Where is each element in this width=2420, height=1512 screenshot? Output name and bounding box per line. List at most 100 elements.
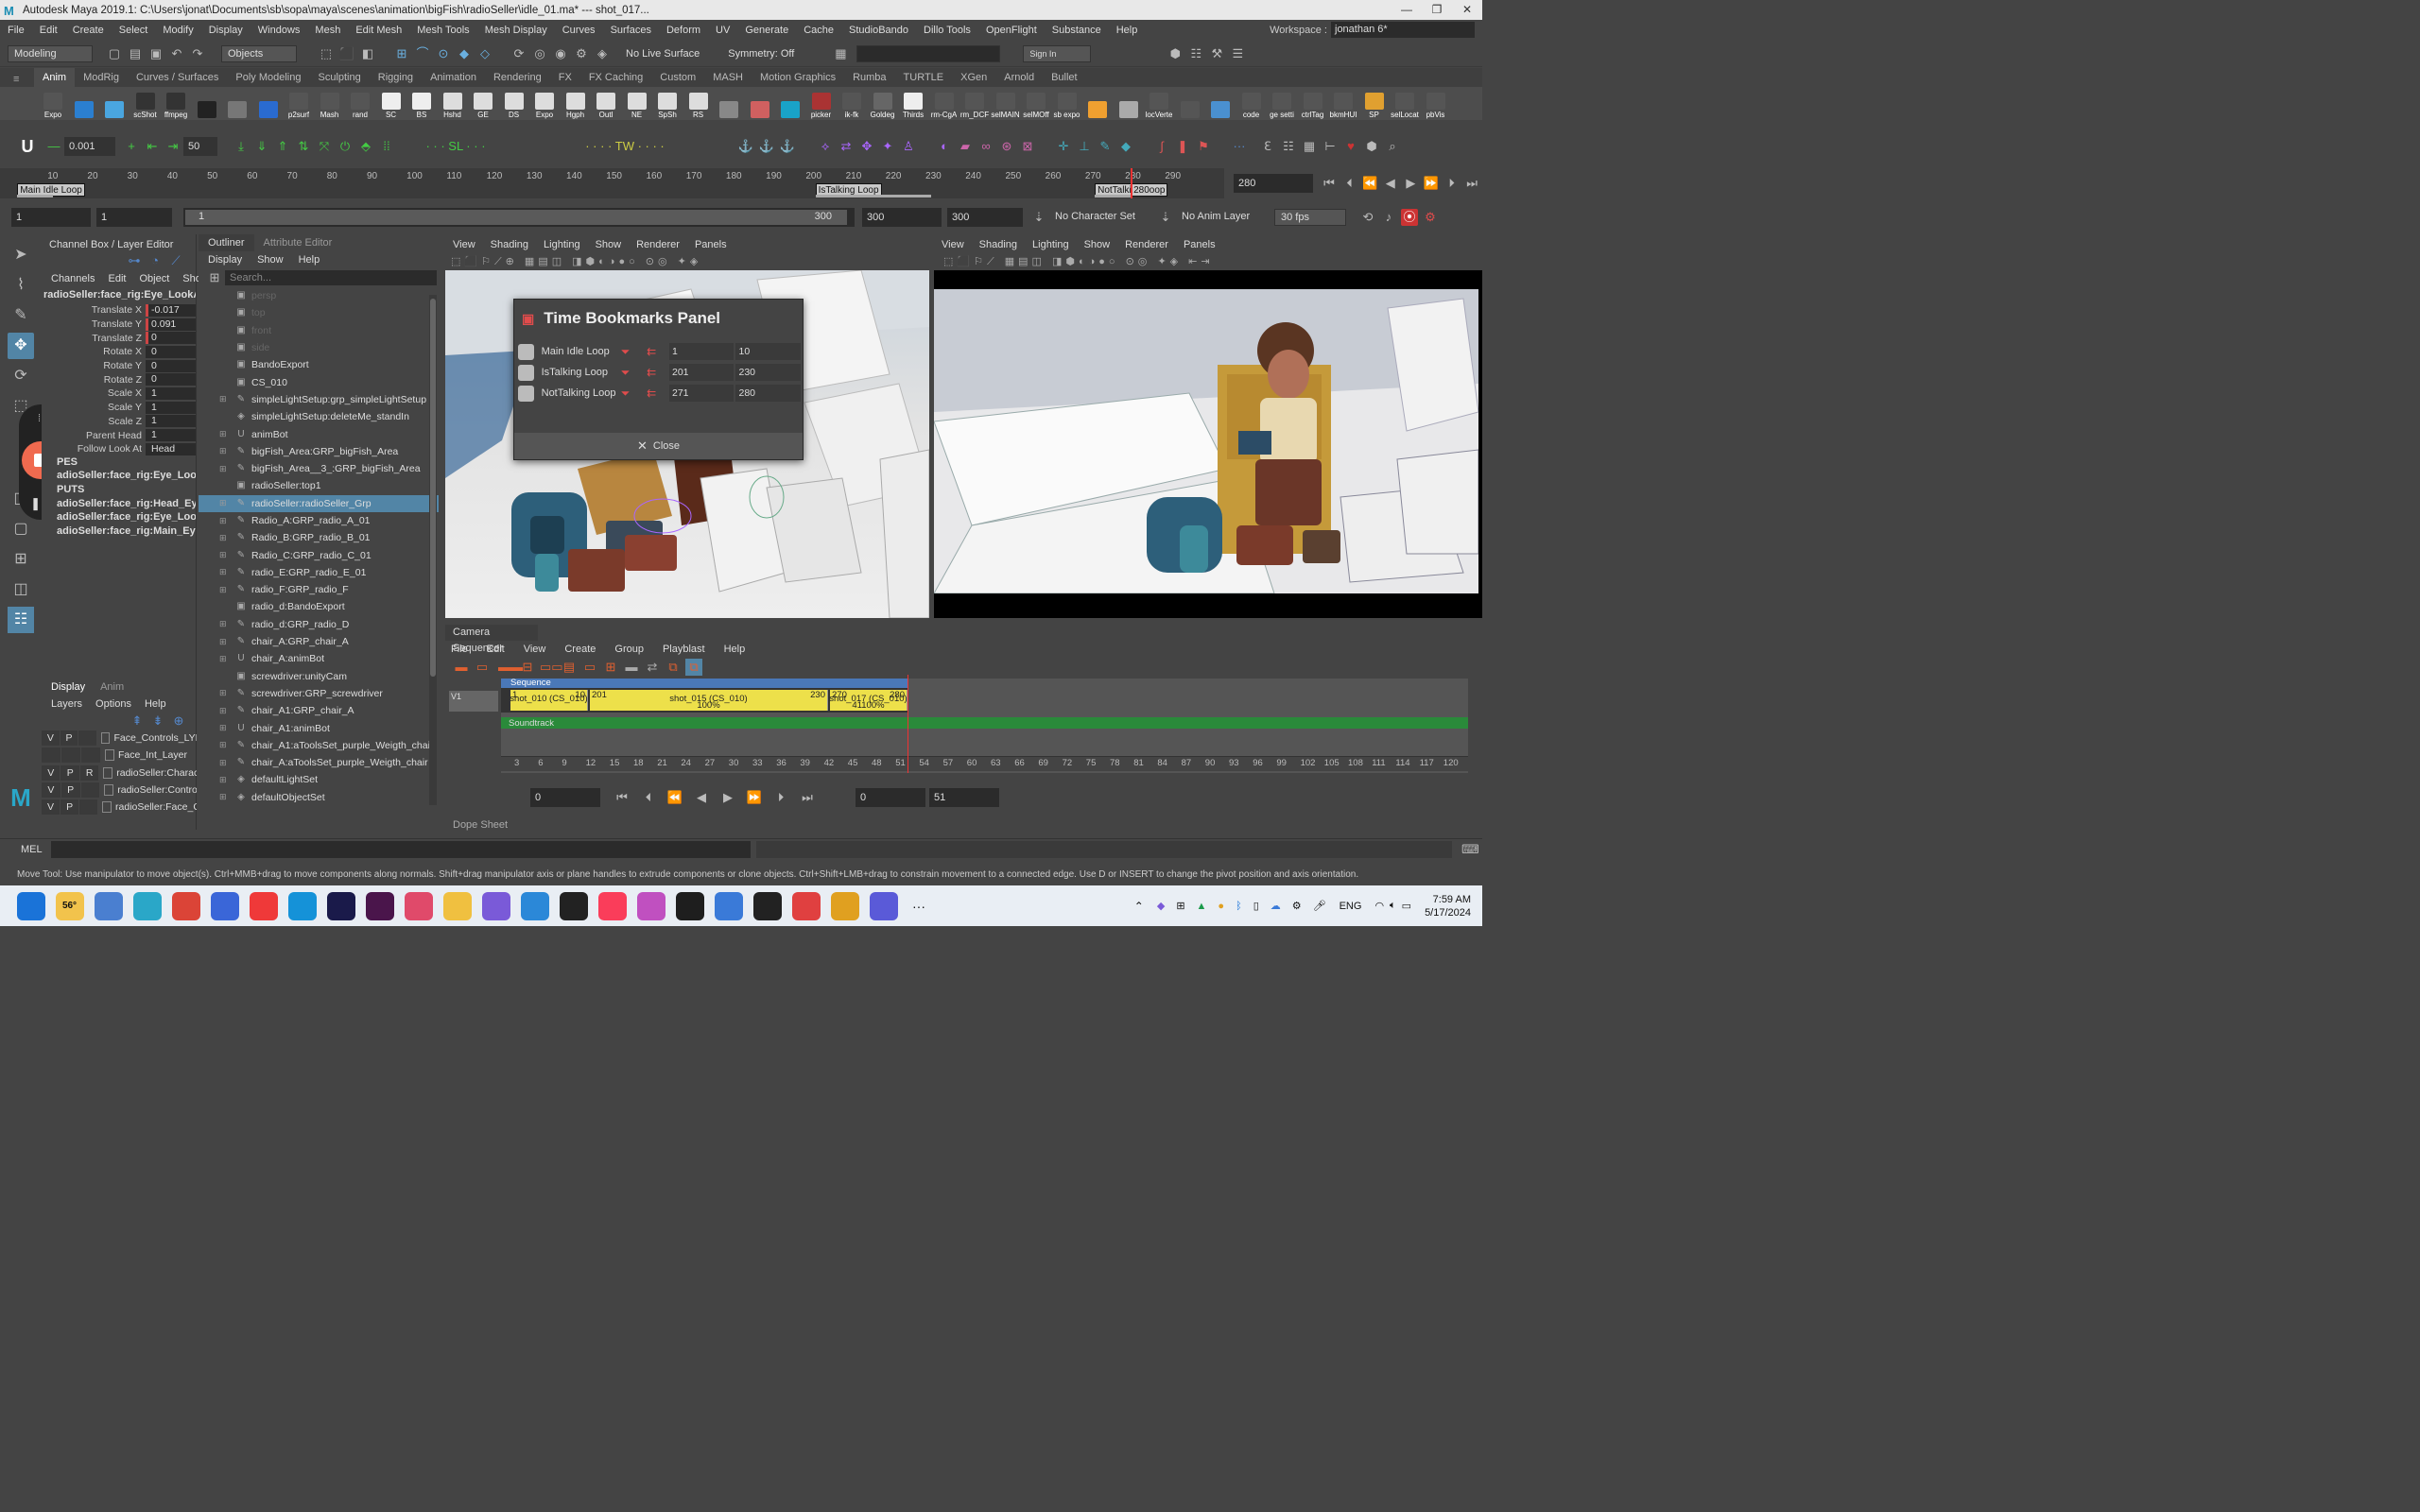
magnifier-icon[interactable]: ⌕ bbox=[1384, 138, 1401, 155]
seq-tool-10-icon[interactable]: ⇄ bbox=[644, 659, 661, 676]
lasso-tool-icon[interactable]: ⌇ bbox=[8, 272, 34, 299]
shelf-tab-anim[interactable]: Anim bbox=[34, 68, 76, 87]
bookmark-checkbox[interactable] bbox=[518, 385, 534, 402]
layout-single-icon[interactable]: ▢ bbox=[8, 516, 34, 542]
outliner-item[interactable]: ▣ CS_010 bbox=[199, 373, 439, 390]
diamond-icon[interactable]: ◆ bbox=[1117, 138, 1134, 155]
shelf-tab-animation[interactable]: Animation bbox=[422, 68, 485, 87]
quick-select-field[interactable] bbox=[856, 44, 1001, 62]
taskbar-search-app-icon[interactable] bbox=[830, 891, 859, 920]
bookmark-name[interactable]: IsTalking Loop bbox=[542, 367, 617, 378]
shelf-tab-curves-surfaces[interactable]: Curves / Surfaces bbox=[128, 68, 227, 87]
tool-settings-icon[interactable]: ⟋ bbox=[167, 252, 184, 269]
channel-value[interactable]: -0.017 bbox=[146, 303, 196, 317]
menu-surfaces[interactable]: Surfaces bbox=[603, 25, 659, 36]
taskbar-more-icon[interactable]: ··· bbox=[912, 899, 925, 914]
render-settings-icon[interactable]: ⚙ bbox=[573, 45, 590, 62]
viewport-menu-lighting[interactable]: Lighting bbox=[1025, 239, 1077, 250]
playback-end-field[interactable]: 300 bbox=[862, 208, 942, 227]
shelf-tab-arnold[interactable]: Arnold bbox=[995, 68, 1043, 87]
maximize-button[interactable]: ❐ bbox=[1422, 0, 1452, 20]
key-up-icon[interactable]: ⇑ bbox=[274, 138, 291, 155]
shelf-button-tool-35[interactable] bbox=[1114, 88, 1144, 119]
outliner-tab-outliner[interactable]: Outliner bbox=[199, 234, 254, 251]
dots-yellow-icon[interactable]: · · · · TW · · · · bbox=[544, 138, 705, 155]
layout-two-icon[interactable]: ◫ bbox=[8, 576, 34, 603]
sequencer-menu-playblast[interactable]: Playblast bbox=[663, 644, 705, 655]
outliner-scrollbar[interactable] bbox=[429, 295, 437, 805]
expand-icon[interactable]: ⊞ bbox=[219, 792, 231, 802]
shelf-button-selmain[interactable]: selMAIN bbox=[991, 88, 1021, 119]
bookmark-icon[interactable]: ❚ bbox=[1174, 138, 1191, 155]
bookmark-end-field[interactable]: 280 bbox=[735, 385, 801, 402]
bookmark-end-field[interactable]: 10 bbox=[735, 343, 801, 360]
outliner-item[interactable]: ⊞ ✎ Radio_C:GRP_radio_C_01 bbox=[199, 546, 439, 563]
step-back-key-icon[interactable]: ⏴ bbox=[1341, 175, 1358, 192]
outliner-menu-display[interactable]: Display bbox=[208, 254, 242, 266]
expand-icon[interactable]: ⊞ bbox=[219, 688, 231, 698]
time-bookmark-280oop[interactable]: 280oop bbox=[1131, 183, 1168, 197]
taskbar-onenote-icon[interactable] bbox=[520, 891, 549, 920]
channel-menu-channels[interactable]: Channels bbox=[51, 273, 95, 284]
expand-icon[interactable]: ⊞ bbox=[219, 429, 231, 439]
expand-icon[interactable]: ⊞ bbox=[219, 585, 231, 595]
menu-display[interactable]: Display bbox=[201, 25, 251, 36]
new-scene-icon[interactable]: ▢ bbox=[106, 45, 123, 62]
channel-box-icon[interactable]: ⊶ bbox=[126, 252, 143, 269]
channel-rotate-x[interactable]: Rotate X 0 bbox=[42, 345, 196, 359]
tray-app-5-icon[interactable]: ☁ bbox=[1270, 900, 1281, 912]
viewport-menu-renderer[interactable]: Renderer bbox=[1117, 239, 1176, 250]
layer-toggle-p[interactable]: P bbox=[60, 782, 80, 799]
select-tool-icon[interactable]: ➤ bbox=[8, 242, 34, 268]
seq-tool-4-icon[interactable]: ⊟ bbox=[519, 659, 536, 676]
outliner-item[interactable]: ⊞ ✎ chair_A1:aToolsSet_purple_Weigth_chair bbox=[199, 737, 439, 754]
settings-list-icon[interactable]: ☷ bbox=[1280, 138, 1297, 155]
taskbar-slack-icon[interactable] bbox=[365, 891, 394, 920]
menu-select[interactable]: Select bbox=[112, 25, 156, 36]
shelf-button-sb-expo[interactable]: sb expo bbox=[1052, 88, 1082, 119]
taskbar-windows-icon[interactable] bbox=[16, 891, 45, 920]
seq-go-start-icon[interactable]: ⏮ bbox=[614, 789, 631, 806]
pose-icon[interactable]: ✦ bbox=[879, 138, 896, 155]
menu-create[interactable]: Create bbox=[65, 25, 112, 36]
bookmark-start-field[interactable]: 271 bbox=[668, 385, 735, 402]
go-to-bookmark-icon[interactable]: ⇇ bbox=[643, 345, 660, 358]
save-scene-icon[interactable]: ▣ bbox=[147, 45, 164, 62]
outliner-item[interactable]: ▣ screwdriver:unityCam bbox=[199, 668, 439, 685]
ipr-icon[interactable]: ◉ bbox=[552, 45, 569, 62]
go-to-start-icon[interactable]: ⏮ bbox=[1321, 175, 1338, 192]
shelf-button-tool-7[interactable] bbox=[253, 88, 284, 119]
menu-cache[interactable]: Cache bbox=[796, 25, 841, 36]
character-set-dropdown[interactable]: No Character Set bbox=[1049, 209, 1155, 226]
sign-in-button[interactable]: Sign In bbox=[1023, 44, 1092, 62]
expand-icon[interactable]: ⊞ bbox=[219, 567, 231, 577]
workspace-dropdown[interactable]: jonathan 6* bbox=[1331, 22, 1475, 38]
tray-chevron-icon[interactable]: ⌃ bbox=[1134, 900, 1144, 913]
outliner-item[interactable]: ▣ top bbox=[199, 304, 439, 321]
web-icon[interactable]: ⊛ bbox=[998, 138, 1015, 155]
shelf-button-tool-2[interactable] bbox=[99, 88, 130, 119]
shelf-button-rm-cga[interactable]: rm-CgA bbox=[929, 88, 959, 119]
menu-dillo-tools[interactable]: Dillo Tools bbox=[916, 25, 978, 36]
taskbar-app5-icon[interactable] bbox=[210, 891, 239, 920]
modeling-toolkit-icon[interactable]: ▦ bbox=[832, 45, 849, 62]
expand-icon[interactable]: ⊞ bbox=[219, 654, 231, 664]
shelf-tab-rendering[interactable]: Rendering bbox=[485, 68, 550, 87]
outliner-tab-attribute-editor[interactable]: Attribute Editor bbox=[254, 234, 342, 251]
channel-parent-head[interactable]: Parent Head 1 bbox=[42, 428, 196, 442]
bookmark-end-field[interactable]: 230 bbox=[735, 364, 801, 381]
layout-four-icon[interactable]: ⊞ bbox=[8, 546, 34, 573]
viewport-menu-view[interactable]: View bbox=[445, 239, 483, 250]
shelf-button-outl[interactable]: Outl bbox=[591, 88, 621, 119]
layer-color-swatch[interactable] bbox=[104, 784, 114, 797]
menu-windows[interactable]: Windows bbox=[251, 25, 308, 36]
shelf-button-ge[interactable]: GE bbox=[468, 88, 498, 119]
play-forward-icon[interactable]: ▶ bbox=[1403, 175, 1420, 192]
channel-scale-y[interactable]: Scale Y 1 bbox=[42, 401, 196, 415]
outliner-item[interactable]: ⊞ ✎ radio_E:GRP_radio_E_01 bbox=[199, 564, 439, 581]
fps-dropdown[interactable]: 30 fps bbox=[1274, 209, 1346, 226]
step-back-frame-icon[interactable]: ⏪ bbox=[1361, 175, 1378, 192]
outliner-item[interactable]: ▣ BandoExport bbox=[199, 356, 439, 373]
current-frame-field[interactable]: 280 bbox=[1234, 174, 1314, 193]
taskbar-music-icon[interactable] bbox=[597, 891, 627, 920]
